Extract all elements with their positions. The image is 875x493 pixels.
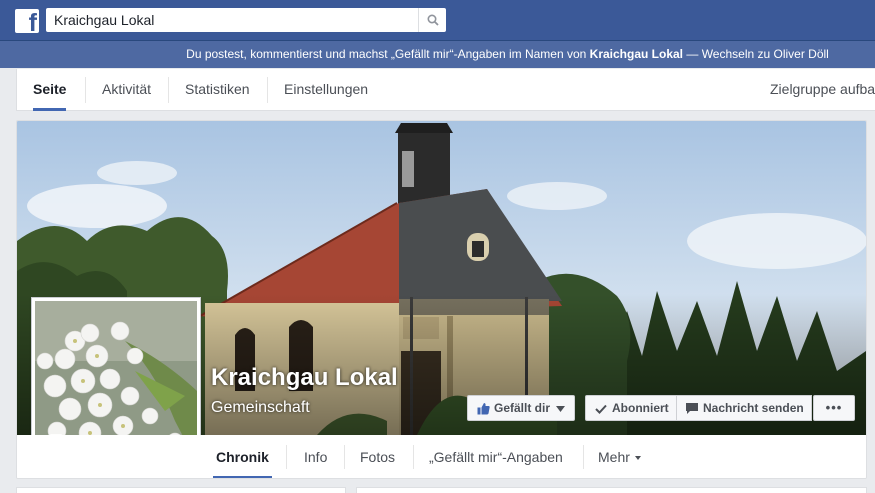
search-button[interactable] (418, 8, 446, 32)
nav-divider (583, 445, 584, 469)
tab-chronik[interactable]: Chronik (213, 435, 272, 478)
like-button[interactable]: Gefällt dir (467, 395, 575, 421)
page-category[interactable]: Gemeinschaft (211, 399, 310, 417)
acting-as-notice: Du postest, kommentierst und machst „Gef… (0, 41, 875, 68)
tab-zielgruppe[interactable]: Zielgruppe aufba (770, 69, 875, 111)
tab-gefaellt-mir-angaben[interactable]: „Gefällt mir“-Angaben (429, 435, 563, 478)
page-header-card: Kraichgau Lokal Gemeinschaft Gefällt dir… (16, 120, 867, 479)
tab-seite[interactable]: Seite (33, 69, 67, 111)
switch-account-link[interactable]: Wechseln zu Oliver Döll (702, 47, 829, 61)
tab-divider (85, 77, 86, 103)
tab-divider (267, 77, 268, 103)
thumbs-up-icon (477, 403, 490, 415)
nav-divider (286, 445, 287, 469)
notice-separator: — (683, 47, 702, 61)
tab-statistiken[interactable]: Statistiken (185, 69, 250, 111)
top-bar: f (0, 0, 875, 41)
notice-page-name: Kraichgau Lokal (589, 47, 684, 61)
checkmark-icon (595, 404, 607, 414)
subscribed-label: Abonniert (612, 401, 669, 415)
search-icon (427, 14, 439, 26)
timeline-nav: Chronik Info Fotos „Gefällt mir“-Angaben… (17, 435, 866, 478)
tab-einstellungen[interactable]: Einstellungen (284, 69, 368, 111)
tab-fotos[interactable]: Fotos (360, 435, 395, 478)
tab-mehr[interactable]: Mehr (598, 435, 641, 478)
logo-letter: f (28, 9, 37, 33)
page-name[interactable]: Kraichgau Lokal (211, 364, 398, 392)
more-options-button[interactable]: ••• (813, 395, 855, 421)
right-column-card (356, 487, 867, 493)
message-icon (686, 403, 698, 414)
left-column-card (16, 487, 346, 493)
search-box (46, 8, 446, 32)
nav-divider (344, 445, 345, 469)
tab-divider (168, 77, 169, 103)
facebook-logo-icon[interactable]: f (15, 9, 39, 33)
nav-divider (413, 445, 414, 469)
tab-info[interactable]: Info (304, 435, 327, 478)
tab-aktivitaet[interactable]: Aktivität (102, 69, 151, 111)
chevron-down-icon (634, 456, 641, 460)
page-admin-tabs: Seite Aktivität Statistiken Einstellunge… (16, 69, 875, 111)
chevron-down-icon (556, 406, 565, 412)
search-input[interactable] (46, 8, 418, 32)
subscribed-button[interactable]: Abonniert (585, 395, 677, 421)
send-message-label: Nachricht senden (703, 401, 804, 415)
more-icon: ••• (825, 400, 843, 415)
send-message-button[interactable]: Nachricht senden (676, 395, 812, 421)
like-label: Gefällt dir (494, 401, 551, 415)
notice-prefix: Du postest, kommentierst und machst „Gef… (186, 47, 590, 61)
